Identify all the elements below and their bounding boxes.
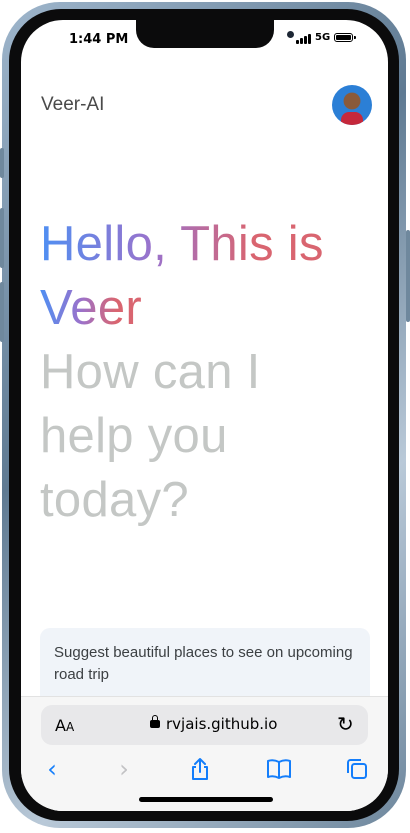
avatar[interactable] [332,85,372,125]
lock-icon [150,715,160,728]
home-indicator[interactable] [139,797,273,802]
network-type: 5G [315,32,331,43]
greeting-heading: Hello, This is Veer How can I help you t… [40,212,330,532]
greeting-line-name: Veer [40,281,142,335]
battery-icon [334,33,356,42]
side-button [406,230,410,322]
back-icon[interactable]: ‹ [37,754,67,784]
tabs-icon[interactable] [342,754,372,787]
app-title[interactable]: Veer-AI [41,94,104,116]
notch [136,20,294,48]
status-time: 1:44 PM [69,32,129,47]
suggestion-text: Suggest beautiful places to see on upcom… [54,644,353,683]
volume-up-button [0,208,4,268]
browser-bar: AA rvjais.github.io ↻ ‹ › [21,696,388,811]
action-button [0,148,4,178]
text-size-button[interactable]: AA [55,716,74,735]
url-text: rvjais.github.io [166,715,278,733]
reload-icon[interactable]: ↻ [337,712,354,736]
volume-down-button [0,282,4,342]
browser-toolbar: ‹ › [21,752,388,788]
greeting-subtitle: How can I help you today? [40,345,261,527]
screen: 1:44 PM 5G Veer-AI Hello, This is Veer H… [21,20,388,811]
forward-icon[interactable]: › [109,754,139,784]
address-bar[interactable]: AA rvjais.github.io ↻ [41,705,368,745]
signal-icon [296,34,311,44]
web-content: Veer-AI Hello, This is Veer How can I he… [21,66,388,766]
camera-icon [287,31,294,38]
greeting-line-hello: Hello, This is [40,217,324,271]
bookmarks-icon[interactable] [264,754,294,787]
share-icon[interactable] [185,754,215,788]
